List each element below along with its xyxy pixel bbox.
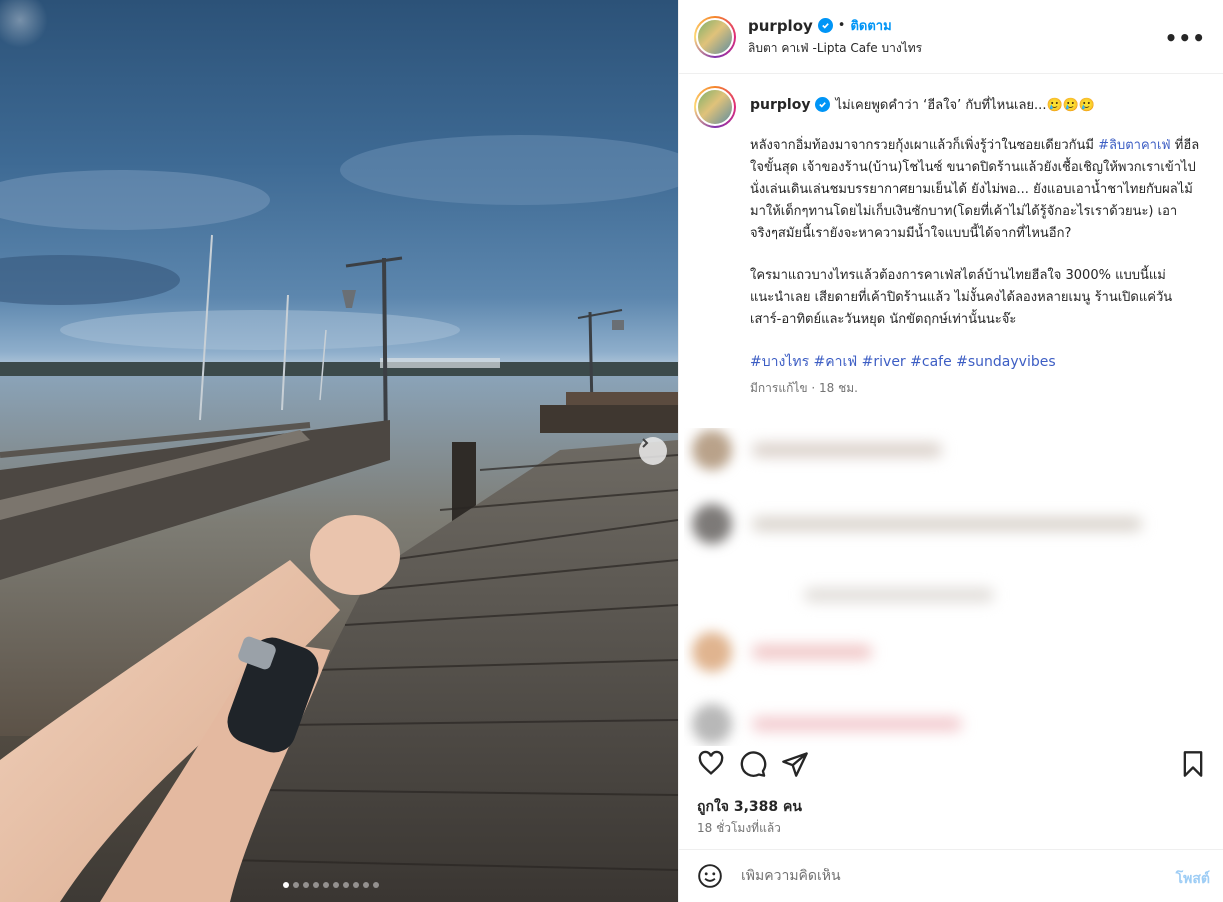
carousel-dot xyxy=(303,882,309,888)
save-bookmark-icon[interactable] xyxy=(1179,750,1207,778)
share-icon[interactable] xyxy=(781,750,809,778)
likes-count[interactable]: ถูกใจ 3,388 คน xyxy=(697,796,802,818)
watermark-blur xyxy=(0,0,48,48)
post-header: purploy • ติดตาม ลิบตา คาเฟ่ -Lipta Cafe… xyxy=(679,0,1223,74)
list-item xyxy=(692,704,962,744)
emoji-icon[interactable] xyxy=(697,863,723,889)
hashtag-link[interactable]: #ลิบตาคาเฟ่ xyxy=(1098,138,1171,153)
follow-button[interactable]: ติดตาม xyxy=(850,15,891,36)
comment-input[interactable] xyxy=(741,868,1141,884)
verified-badge-icon xyxy=(815,97,831,112)
carousel-dot xyxy=(333,882,339,888)
carousel-dot xyxy=(283,882,289,888)
caption-paragraph-2: ใครมาแถวบางไทรแล้วต้องการคาเฟ่สไตล์บ้านไ… xyxy=(750,268,1173,327)
carousel-indicator xyxy=(283,882,379,888)
hashtag-list[interactable]: #บางไทร #คาเฟ่ #river #cafe #sundayvibes xyxy=(750,351,1200,373)
caption-paragraph-1: หลังจากอิ่มท้องมาจากรวยกุ้งเผาแล้วก็เพิ่… xyxy=(750,138,1200,241)
carousel-dot xyxy=(373,882,379,888)
carousel-dot xyxy=(353,882,359,888)
carousel-dot xyxy=(323,882,329,888)
username-link[interactable]: purploy xyxy=(748,17,813,35)
next-photo-button[interactable] xyxy=(639,437,667,465)
post-photo[interactable] xyxy=(0,0,678,902)
caption-headline: ไม่เคยพูดคำว่า ‘ฮีลใจ’ กับที่ไหนเลย...🥲🥲… xyxy=(835,98,1096,113)
caption-meta: มีการแก้ไข · 18 ชม. xyxy=(750,381,858,395)
more-options-icon[interactable]: ••• xyxy=(1165,26,1206,50)
caption-username[interactable]: purploy xyxy=(750,97,810,113)
carousel-dot xyxy=(293,882,299,888)
list-item xyxy=(692,430,942,470)
avatar[interactable] xyxy=(694,15,736,58)
carousel-dot xyxy=(343,882,349,888)
carousel-dot xyxy=(313,882,319,888)
like-heart-icon[interactable] xyxy=(697,750,725,778)
verified-badge-icon xyxy=(817,18,833,33)
location-link[interactable]: ลิบตา คาเฟ่ -Lipta Cafe บางไทร xyxy=(748,39,922,58)
list-item xyxy=(692,632,872,672)
caption-avatar[interactable] xyxy=(694,86,736,128)
photo-scene xyxy=(0,135,678,902)
comment-composer: โพสต์ xyxy=(679,849,1223,902)
post-timestamp[interactable]: 18 ชั่วโมงที่แล้ว xyxy=(697,819,781,838)
chevron-right-icon xyxy=(642,438,649,448)
list-item xyxy=(692,504,1142,544)
comments-list-blurred xyxy=(684,428,1223,746)
post-comment-button[interactable]: โพสต์ xyxy=(1176,868,1210,890)
carousel-dot xyxy=(363,882,369,888)
separator: • xyxy=(837,18,846,33)
comment-icon[interactable] xyxy=(739,750,767,778)
list-item xyxy=(784,588,994,602)
post-panel: purploy • ติดตาม ลิบตา คาเฟ่ -Lipta Cafe… xyxy=(678,0,1223,902)
action-bar xyxy=(679,746,1223,786)
caption: purploy ไม่เคยพูดคำว่า ‘ฮีลใจ’ กับที่ไหน… xyxy=(694,86,1209,398)
